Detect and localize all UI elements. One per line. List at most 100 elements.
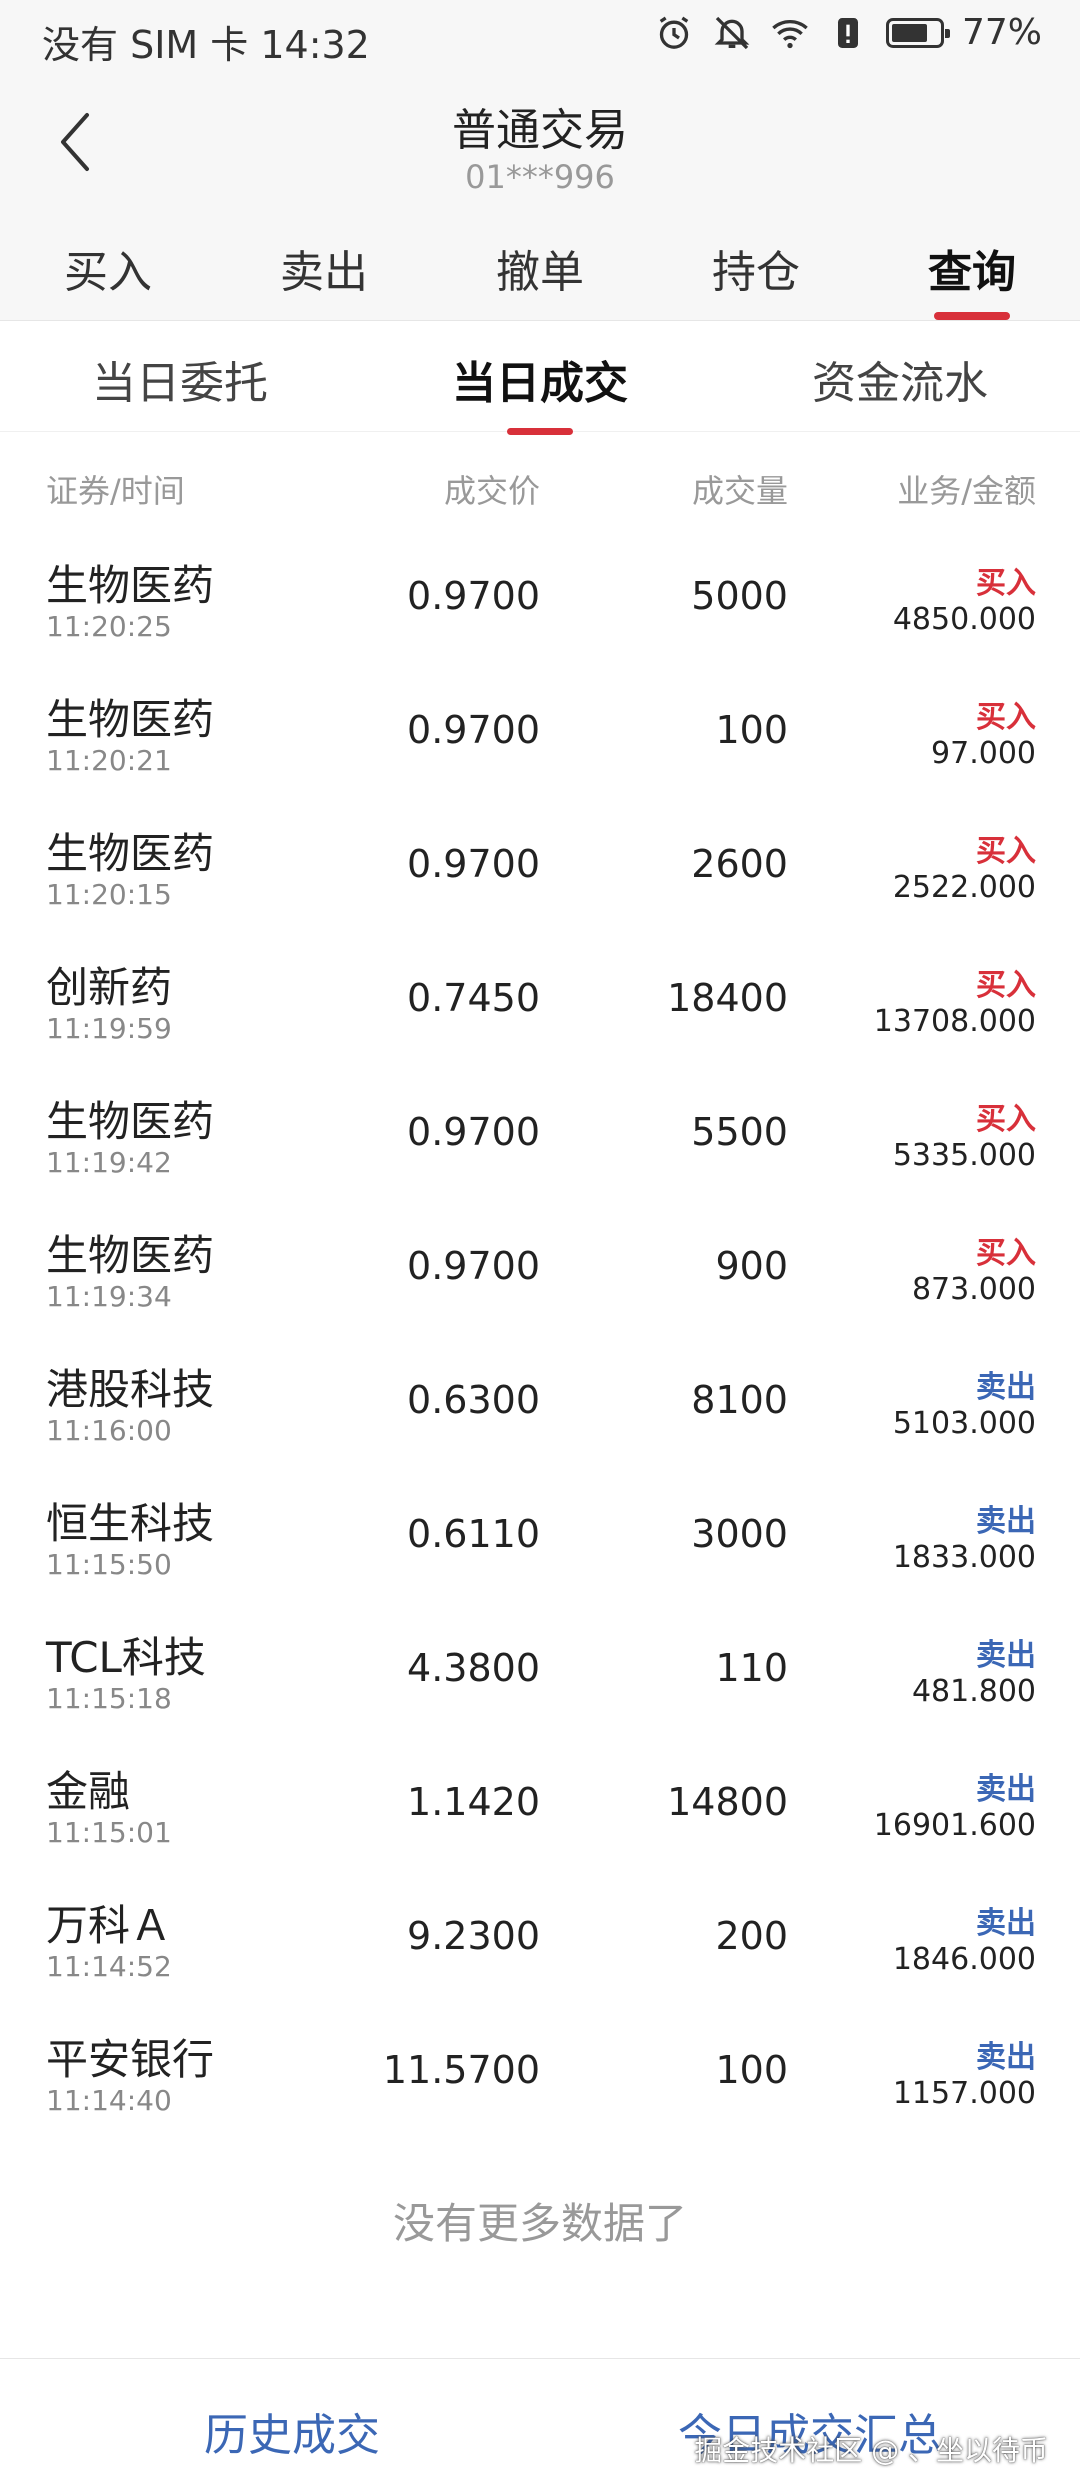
trade-type: 买入 — [976, 700, 1036, 735]
trade-type: 卖出 — [976, 1638, 1036, 1673]
trade-time: 11:19:42 — [46, 1146, 172, 1179]
table-row[interactable]: 平安银行 11:14:40 11.5700 100 卖出 1157.000 — [0, 2006, 1080, 2140]
trade-type: 买入 — [976, 968, 1036, 1003]
table-row[interactable]: TCL科技 11:15:18 4.3800 110 卖出 481.800 — [0, 1604, 1080, 1738]
trade-quantity: 900 — [715, 1244, 788, 1288]
tab-cancel-order[interactable]: 撤单 — [450, 236, 630, 300]
no-more-data-text: 没有更多数据了 — [392, 2199, 687, 2248]
trade-time: 11:20:15 — [46, 878, 172, 911]
security-name: 生物医药 — [46, 829, 215, 878]
trade-type: 买入 — [976, 1102, 1036, 1137]
trade-type: 买入 — [976, 566, 1036, 601]
trades-table: 生物医药 11:20:25 0.9700 5000 买入 4850.000 生物医药 11:2… — [0, 532, 1080, 2140]
table-row[interactable]: 生物医药 11:19:34 0.9700 900 买入 873.000 — [0, 1202, 1080, 1336]
trade-price: 9.2300 — [407, 1914, 540, 1958]
column-header-price: 成交价 — [443, 472, 540, 510]
trade-quantity: 100 — [715, 708, 788, 752]
trade-amount: 97.000 — [931, 736, 1036, 771]
trade-price: 0.9700 — [407, 708, 540, 752]
trade-quantity: 18400 — [667, 976, 788, 1020]
bottom-bar: 历史成交 今日成交汇总 掘金技术社区 @ 、坐以待币 — [0, 2358, 1080, 2492]
status-carrier-time: 没有 SIM 卡 14:32 — [42, 23, 370, 67]
trade-price: 0.7450 — [407, 976, 540, 1020]
table-row[interactable]: 生物医药 11:20:21 0.9700 100 买入 97.000 — [0, 666, 1080, 800]
trade-type: 买入 — [976, 1236, 1036, 1271]
page-title: 普通交易 — [452, 105, 628, 156]
tab-sell[interactable]: 卖出 — [234, 236, 414, 300]
security-name: 港股科技 — [46, 1365, 215, 1414]
trade-amount: 4850.000 — [892, 602, 1036, 637]
trade-price: 0.9700 — [407, 1244, 540, 1288]
security-name: 万科Ａ — [46, 1901, 173, 1950]
trade-time: 11:16:00 — [46, 1414, 172, 1447]
table-row[interactable]: 金融 11:15:01 1.1420 14800 卖出 16901.600 — [0, 1738, 1080, 1872]
table-row[interactable]: 港股科技 11:16:00 0.6300 8100 卖出 5103.000 — [0, 1336, 1080, 1470]
tab-label: 查询 — [928, 247, 1016, 298]
table-row[interactable]: 恒生科技 11:15:50 0.6110 3000 卖出 1833.000 — [0, 1470, 1080, 1604]
security-name: 创新药 — [46, 963, 173, 1012]
status-bar: 没有 SIM 卡 14:32 77% — [0, 0, 1080, 72]
security-name: 恒生科技 — [46, 1499, 215, 1548]
column-header-type-amount: 业务/金额 — [897, 472, 1036, 510]
trade-time: 11:14:40 — [46, 2084, 172, 2117]
tab-positions[interactable]: 持仓 — [666, 236, 846, 300]
trade-amount: 873.000 — [911, 1272, 1036, 1307]
trade-quantity: 2600 — [691, 842, 788, 886]
trade-time: 11:20:21 — [46, 744, 172, 777]
security-name: 生物医药 — [46, 695, 215, 744]
trade-quantity: 14800 — [667, 1780, 788, 1824]
wifi-icon — [772, 19, 808, 48]
account-number: 01***996 — [465, 158, 615, 196]
security-name: 金融 — [46, 1767, 131, 1816]
trade-price: 0.6110 — [407, 1512, 540, 1556]
tab-label: 持仓 — [712, 247, 800, 298]
trade-type: 卖出 — [976, 1906, 1036, 1941]
security-name: 平安银行 — [46, 2035, 215, 2084]
tab-label: 卖出 — [280, 247, 368, 298]
trade-price: 1.1420 — [407, 1780, 540, 1824]
trade-price: 0.9700 — [407, 842, 540, 886]
tab-label: 当日成交 — [452, 358, 628, 409]
trade-amount: 1833.000 — [892, 1540, 1036, 1575]
table-row[interactable]: 创新药 11:19:59 0.7450 18400 买入 13708.000 — [0, 934, 1080, 1068]
trade-price: 0.6300 — [407, 1378, 540, 1422]
header: 普通交易 01***996 — [0, 72, 1080, 210]
tab-fund-flow[interactable]: 资金流水 — [750, 347, 1050, 411]
table-row[interactable]: 生物医药 11:20:25 0.9700 5000 买入 4850.000 — [0, 532, 1080, 666]
trade-type: 卖出 — [976, 1772, 1036, 1807]
trade-type: 卖出 — [976, 1370, 1036, 1405]
trade-amount: 13708.000 — [873, 1004, 1036, 1039]
tab-query[interactable]: 查询 — [882, 236, 1062, 320]
trade-quantity: 100 — [715, 2048, 788, 2092]
trade-price: 11.5700 — [382, 2048, 540, 2092]
trade-type: 买入 — [976, 834, 1036, 869]
tab-label: 资金流水 — [812, 358, 988, 409]
trade-quantity: 110 — [715, 1646, 788, 1690]
tab-today-orders[interactable]: 当日委托 — [30, 347, 330, 411]
battery-percent: 77% — [961, 12, 1042, 53]
watermark: 掘金技术社区 @ 、坐以待币 — [694, 2434, 1048, 2467]
column-header-security-time: 证券/时间 — [46, 472, 185, 510]
status-icons: 77% — [654, 12, 1042, 53]
main-tab-bar: 买入 卖出 撤单 持仓 查询 — [0, 210, 1080, 321]
table-row[interactable]: 万科Ａ 11:14:52 9.2300 200 卖出 1846.000 — [0, 1872, 1080, 2006]
table-row[interactable]: 生物医药 11:20:15 0.9700 2600 买入 2522.000 — [0, 800, 1080, 934]
trade-amount: 1846.000 — [892, 1942, 1036, 1977]
tab-today-trades[interactable]: 当日成交 — [390, 347, 690, 435]
trade-amount: 5335.000 — [892, 1138, 1036, 1173]
trade-amount: 5103.000 — [892, 1406, 1036, 1441]
trade-type: 卖出 — [976, 2040, 1036, 2075]
alarm-icon — [659, 16, 689, 49]
security-name: 生物医药 — [46, 1097, 215, 1146]
tab-label: 撤单 — [496, 247, 584, 298]
tab-label: 买入 — [64, 247, 152, 298]
active-tab-indicator — [934, 312, 1010, 320]
trade-quantity: 5000 — [691, 574, 788, 618]
tab-buy[interactable]: 买入 — [18, 236, 198, 300]
history-trades-button[interactable]: 历史成交 — [22, 2399, 562, 2463]
mute-icon — [714, 16, 750, 49]
table-header: 证券/时间 成交价 成交量 业务/金额 — [0, 432, 1080, 532]
table-row[interactable]: 生物医药 11:19:42 0.9700 5500 买入 5335.000 — [0, 1068, 1080, 1202]
trade-amount: 481.800 — [911, 1674, 1036, 1709]
trade-amount: 16901.600 — [873, 1808, 1036, 1843]
